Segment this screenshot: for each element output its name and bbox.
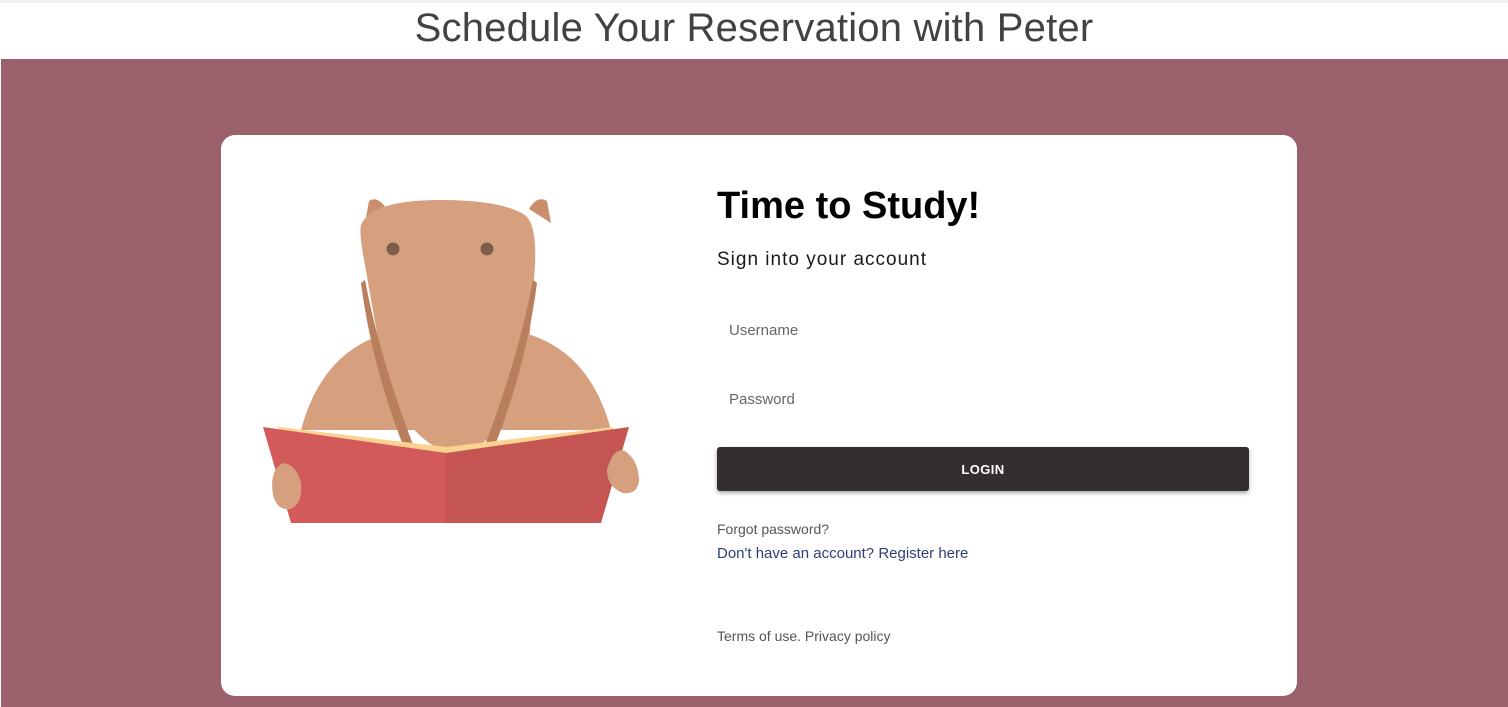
terms-of-use-link[interactable]: Terms of use. <box>717 628 801 644</box>
page-header: Schedule Your Reservation with Peter <box>0 3 1508 59</box>
right-ear-icon <box>529 199 551 223</box>
login-card: Time to Study! Sign into your account LO… <box>221 135 1297 696</box>
register-prefix: Don't have an account? <box>717 545 879 562</box>
register-link[interactable]: Register here <box>878 545 968 562</box>
register-prompt: Don't have an account? Register here <box>717 545 968 562</box>
username-input[interactable] <box>717 310 1249 350</box>
anteater-reading-illustration <box>263 199 639 523</box>
login-title: Time to Study! <box>717 185 981 227</box>
password-input[interactable] <box>717 379 1249 419</box>
page-title: Schedule Your Reservation with Peter <box>414 6 1094 50</box>
left-eye-icon <box>386 242 400 256</box>
login-button[interactable]: LOGIN <box>717 447 1249 491</box>
footer-links: Terms of use. Privacy policy <box>717 628 891 644</box>
right-eye-icon <box>480 242 494 256</box>
privacy-policy-link[interactable]: Privacy policy <box>805 628 891 644</box>
forgot-password-link[interactable]: Forgot password? <box>717 521 829 537</box>
login-subtitle: Sign into your account <box>717 249 928 270</box>
